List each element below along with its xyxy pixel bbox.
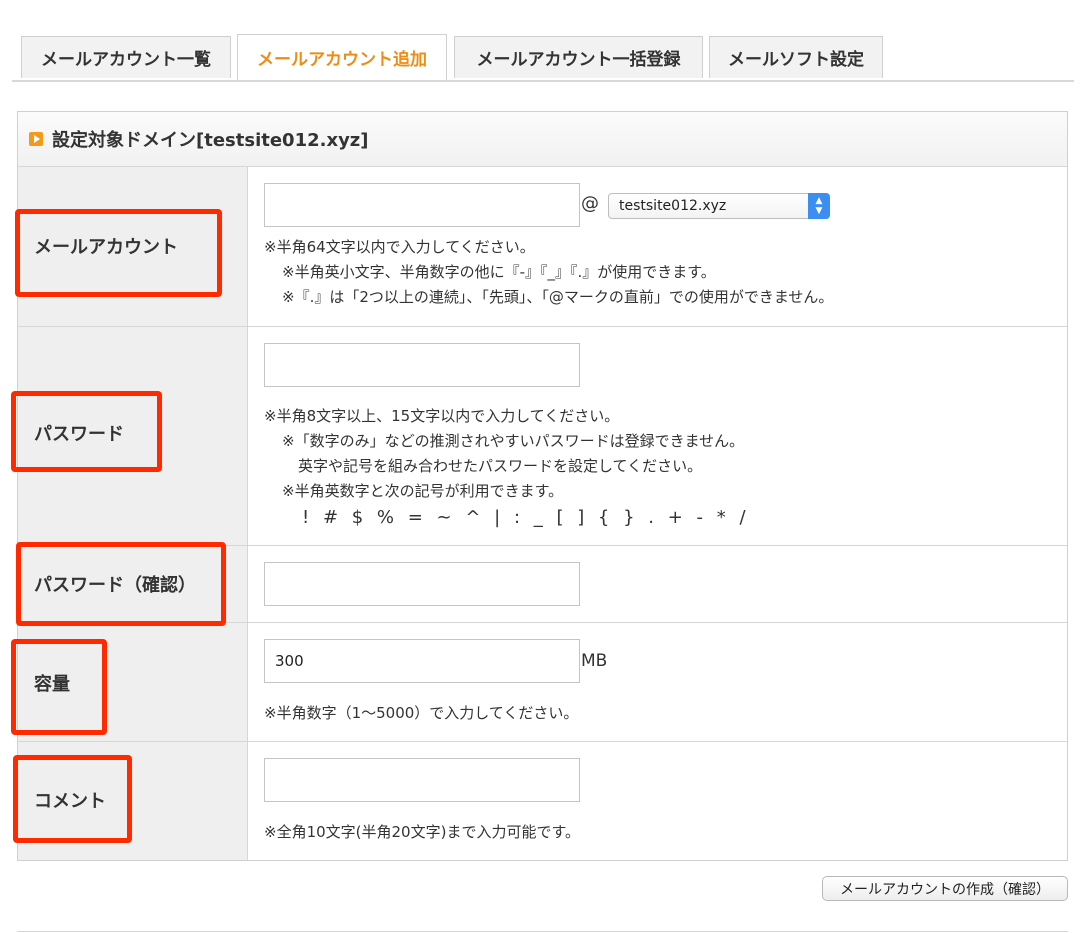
row-capacity: 容量 MB ※半角数字（1〜5000）で入力してください。: [18, 623, 1067, 742]
tab-mail-software[interactable]: メールソフト設定: [709, 36, 883, 78]
tab-label: メールアカウント一括登録: [476, 50, 681, 70]
highlight-box: [11, 639, 107, 735]
capacity-unit: MB: [581, 651, 608, 671]
at-sign: @: [581, 193, 599, 214]
field-cell: MB ※半角数字（1〜5000）で入力してください。: [248, 623, 1067, 741]
row-password: パスワード ※半角8文字以上、15文字以内で入力してください。 ※「数字のみ」な…: [18, 327, 1067, 546]
password-confirm-input[interactable]: [264, 562, 580, 606]
password-note-3: 英字や記号を組み合わせたパスワードを設定してください。: [298, 457, 703, 475]
password-note-2: ※「数字のみ」などの推測されやすいパスワードは登録できません。: [282, 432, 745, 450]
tab-label: メールアカウント一覧: [41, 50, 211, 70]
create-account-confirm-button[interactable]: メールアカウントの作成（確認）: [822, 876, 1068, 901]
mail-account-input[interactable]: [264, 183, 580, 227]
password-allowed-symbols: ! # $ % = ~ ^ | : _ [ ] { } . + - * /: [302, 507, 750, 528]
field-cell: ※半角8文字以上、15文字以内で入力してください。 ※「数字のみ」などの推測され…: [248, 327, 1067, 545]
capacity-note: ※半角数字（1〜5000）で入力してください。: [264, 704, 579, 722]
domain-select[interactable]: testsite012.xyz ▲ ▼: [608, 193, 830, 219]
tab-label: メールアカウント追加: [257, 50, 427, 70]
highlight-box: [16, 542, 226, 626]
tab-account-add[interactable]: メールアカウント追加: [237, 34, 447, 80]
password-input[interactable]: [264, 343, 580, 387]
highlight-box: [15, 209, 222, 297]
divider: [17, 931, 1068, 932]
capacity-input[interactable]: [264, 639, 580, 683]
highlight-box: [13, 755, 132, 843]
chevron-up-down-icon: ▲ ▼: [808, 193, 830, 219]
domain-select-value: testsite012.xyz: [619, 198, 727, 214]
panel-header: 設定対象ドメイン[testsite012.xyz]: [18, 112, 1067, 167]
row-comment: コメント ※全角10文字(半角20文字)まで入力可能です。: [18, 742, 1067, 860]
account-note-1: ※半角64文字以内で入力してください。: [264, 238, 535, 256]
field-cell: ※全角10文字(半角20文字)まで入力可能です。: [248, 742, 1067, 860]
field-cell: [248, 546, 1067, 622]
account-note-3: ※『.』は「2つ以上の連続」、「先頭」、「@マークの直前」での使用ができません。: [282, 288, 834, 306]
field-cell: @ testsite012.xyz ▲ ▼ ※半角64文字以内で入力してください。…: [248, 167, 1067, 326]
password-note-4: ※半角英数字と次の記号が利用できます。: [282, 482, 564, 500]
account-note-2: ※半角英小文字、半角数字の他に『-』『_』『.』が使用できます。: [282, 263, 716, 281]
comment-note: ※全角10文字(半角20文字)まで入力可能です。: [264, 823, 580, 841]
tab-label: メールソフト設定: [728, 50, 864, 70]
tab-bar: メールアカウント一覧 メールアカウント追加 メールアカウント一括登録 メールソフ…: [12, 34, 1074, 82]
highlight-box: [11, 391, 162, 472]
password-note-1: ※半角8文字以上、15文字以内で入力してください。: [264, 407, 620, 425]
tab-account-list[interactable]: メールアカウント一覧: [21, 36, 231, 78]
tab-account-bulk[interactable]: メールアカウント一括登録: [454, 36, 703, 78]
panel-title: 設定対象ドメイン[testsite012.xyz]: [52, 130, 369, 151]
play-arrow-icon: [29, 132, 43, 146]
comment-input[interactable]: [264, 758, 580, 802]
